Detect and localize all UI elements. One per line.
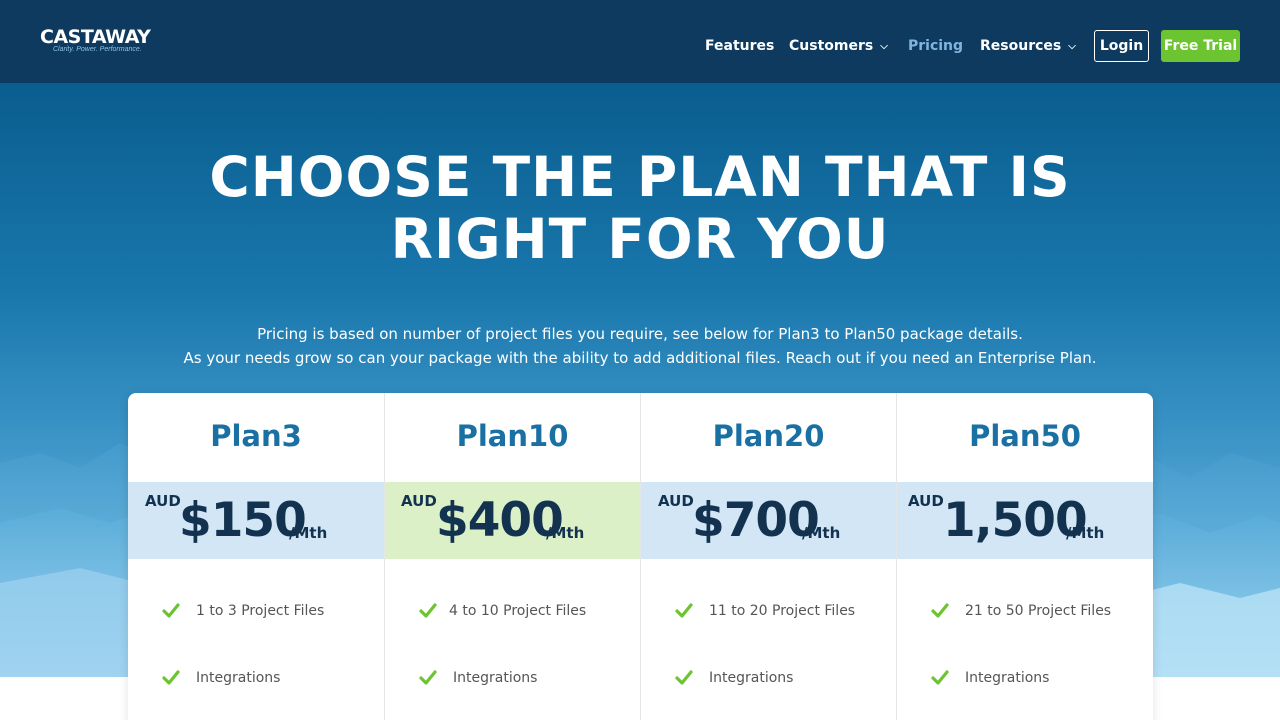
check-icon	[931, 603, 949, 618]
price-period: /Mth	[289, 524, 328, 542]
plan-name: Plan3	[210, 419, 302, 453]
plan-card-plan20: Plan20 AUD $700 /Mth 11 to 20 Project Fi…	[641, 393, 897, 720]
page-title-line1: CHOOSE THE PLAN THAT IS	[209, 145, 1071, 209]
feature-label: 11 to 20 Project Files	[709, 603, 856, 619]
feature-item: Integrations	[641, 669, 896, 693]
feature-item: 21 to 50 Project Files	[897, 602, 1153, 626]
page-title-line2: RIGHT FOR YOU	[390, 207, 890, 271]
price-period: /Mth	[546, 524, 585, 542]
feature-item: Integrations	[385, 669, 640, 693]
logo-wordmark: CASTAWAY	[40, 26, 151, 48]
plan-card-plan50: Plan50 AUD 1,500 /Mth 21 to 50 Project F…	[897, 393, 1153, 720]
price-amount: 1,500	[943, 493, 1088, 548]
plan-card-plan10: Plan10 AUD $400 /Mth 4 to 10 Project Fil…	[385, 393, 641, 720]
price-band: AUD $700 /Mth	[641, 482, 896, 559]
nav-pricing[interactable]: Pricing	[908, 36, 963, 56]
feature-item: 11 to 20 Project Files	[641, 602, 896, 626]
price-band: AUD $150 /Mth	[128, 482, 384, 559]
price-band: AUD $400 /Mth	[385, 482, 640, 559]
nav-resources-label: Resources	[980, 38, 1062, 54]
login-button[interactable]: Login	[1094, 30, 1149, 62]
chevron-down-icon: ⌵	[1068, 41, 1076, 52]
check-icon	[675, 670, 693, 685]
feature-label: Integrations	[196, 670, 281, 686]
feature-label: 1 to 3 Project Files	[196, 603, 325, 619]
nav-customers-label: Customers	[789, 38, 874, 54]
check-icon	[419, 670, 437, 685]
price-amount: $150	[179, 493, 307, 548]
feature-item: 1 to 3 Project Files	[128, 602, 384, 626]
price-currency: AUD	[145, 492, 181, 510]
feature-item: Integrations	[897, 669, 1153, 693]
feature-item: 4 to 10 Project Files	[385, 602, 640, 626]
plan-name: Plan20	[712, 419, 825, 453]
nav-resources[interactable]: Resources ⌵	[980, 36, 1076, 57]
feature-label: Integrations	[453, 670, 538, 686]
check-icon	[419, 603, 437, 618]
castaway-logo[interactable]: CASTAWAY Clarity. Power. Performance.	[40, 26, 152, 58]
price-currency: AUD	[908, 492, 944, 510]
chevron-down-icon: ⌵	[880, 41, 888, 52]
pricing-description-line2: As your needs grow so can your package w…	[183, 349, 1097, 367]
nav-customers[interactable]: Customers ⌵	[789, 36, 888, 57]
price-period: /Mth	[802, 524, 841, 542]
logo-tagline: Clarity. Power. Performance.	[53, 46, 142, 53]
site-header: CASTAWAY Clarity. Power. Performance. Fe…	[0, 0, 1280, 83]
pricing-description-line1: Pricing is based on number of project fi…	[257, 325, 1023, 343]
feature-item: Integrations	[128, 669, 384, 693]
page-title: CHOOSE THE PLAN THAT IS RIGHT FOR YOU	[0, 146, 1280, 270]
nav-features[interactable]: Features	[705, 36, 774, 56]
plan-card-plan3: Plan3 AUD $150 /Mth 1 to 3 Project Files…	[128, 393, 385, 720]
free-trial-button[interactable]: Free Trial	[1161, 30, 1240, 62]
price-amount: $400	[436, 493, 564, 548]
price-currency: AUD	[658, 492, 694, 510]
feature-label: 4 to 10 Project Files	[449, 603, 587, 619]
plan-name: Plan50	[969, 419, 1081, 453]
pricing-table: Plan3 AUD $150 /Mth 1 to 3 Project Files…	[128, 393, 1153, 720]
price-period: /Mth	[1066, 524, 1105, 542]
check-icon	[931, 670, 949, 685]
feature-label: 21 to 50 Project Files	[965, 603, 1112, 619]
check-icon	[675, 603, 693, 618]
check-icon	[162, 670, 180, 685]
feature-label: Integrations	[965, 670, 1050, 686]
check-icon	[162, 603, 180, 618]
feature-label: Integrations	[709, 670, 794, 686]
price-band: AUD 1,500 /Mth	[897, 482, 1153, 559]
plan-name: Plan10	[456, 419, 569, 453]
price-amount: $700	[692, 493, 820, 548]
pricing-description: Pricing is based on number of project fi…	[0, 322, 1280, 370]
price-currency: AUD	[401, 492, 437, 510]
